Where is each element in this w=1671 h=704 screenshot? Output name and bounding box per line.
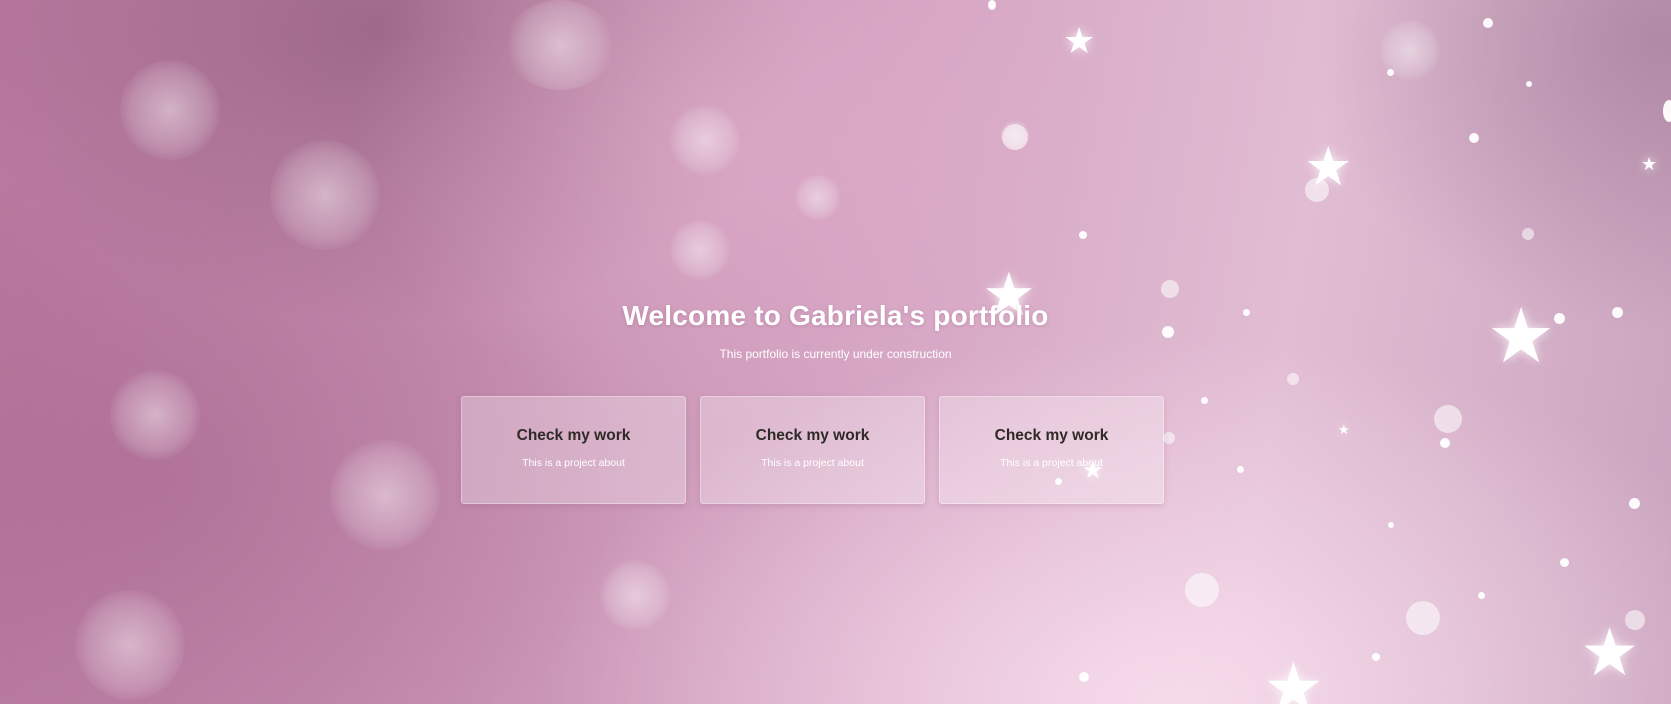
bokeh-light [110, 370, 200, 460]
sparkle-dot [1002, 124, 1028, 150]
bokeh-light [1000, 120, 1030, 150]
card-title: Check my work [755, 427, 870, 444]
star-icon: ★ [1263, 649, 1324, 704]
bokeh-light [1380, 20, 1440, 80]
sparkle-dot [1625, 610, 1645, 630]
sparkle-dot [1163, 432, 1175, 444]
sparkle-dot [1629, 498, 1640, 509]
sparkle-dot [1406, 601, 1440, 635]
sparkle-dot [1305, 178, 1329, 202]
card-description: This is a project about [761, 457, 864, 469]
bokeh-light [600, 560, 670, 630]
star-icon: ★ [1304, 135, 1353, 198]
project-card[interactable]: Check my work This is a project about [700, 396, 925, 504]
bokeh-light [795, 175, 840, 220]
sparkle-dot [1526, 81, 1532, 87]
hero-section: Welcome to Gabriela's portfolio This por… [0, 300, 1671, 361]
bokeh-light [120, 60, 220, 160]
project-card[interactable]: Check my work This is a project about [939, 396, 1164, 504]
sparkle-dot [1372, 653, 1380, 661]
sparkle-dot [988, 0, 996, 10]
bokeh-light [670, 220, 730, 280]
bokeh-light [670, 105, 740, 175]
sparkle-dot [1079, 231, 1087, 239]
star-icon: ★ [1580, 614, 1640, 691]
sparkle-dot [1161, 280, 1179, 298]
sparkle-dot [1185, 573, 1219, 607]
sparkle-dot [1522, 228, 1534, 240]
sparkle-dot [1201, 397, 1208, 404]
sparkle-dot [1237, 466, 1244, 473]
sparkle-dot [1287, 373, 1299, 385]
sparkle-dot [1387, 69, 1394, 76]
bokeh-light [505, 0, 615, 90]
sparkle-dot [1440, 438, 1450, 448]
card-title: Check my work [994, 427, 1109, 444]
sparkle-dot [1483, 18, 1493, 28]
card-description: This is a project about [522, 457, 625, 469]
star-icon: ★ [1063, 21, 1096, 62]
sparkle-dot [1079, 672, 1089, 682]
star-icon: ★ [1641, 154, 1658, 175]
sparkle-dot [1478, 592, 1485, 599]
sparkle-dot [1388, 522, 1394, 528]
sparkle-dot [1434, 405, 1462, 433]
sparkle-dot [1663, 100, 1671, 122]
sparkle-dot [1560, 558, 1569, 567]
project-cards: Check my work This is a project about Ch… [461, 396, 1164, 504]
star-icon: ★ [1338, 423, 1350, 438]
bokeh-light [75, 590, 185, 700]
page-subtitle: This portfolio is currently under constr… [719, 347, 952, 361]
project-card[interactable]: Check my work This is a project about [461, 396, 686, 504]
card-description: This is a project about [1000, 457, 1103, 469]
page-title: Welcome to Gabriela's portfolio [622, 300, 1049, 331]
bokeh-light [270, 140, 380, 250]
card-title: Check my work [516, 427, 631, 444]
bokeh-light [330, 440, 440, 550]
sparkle-dot [1469, 133, 1479, 143]
